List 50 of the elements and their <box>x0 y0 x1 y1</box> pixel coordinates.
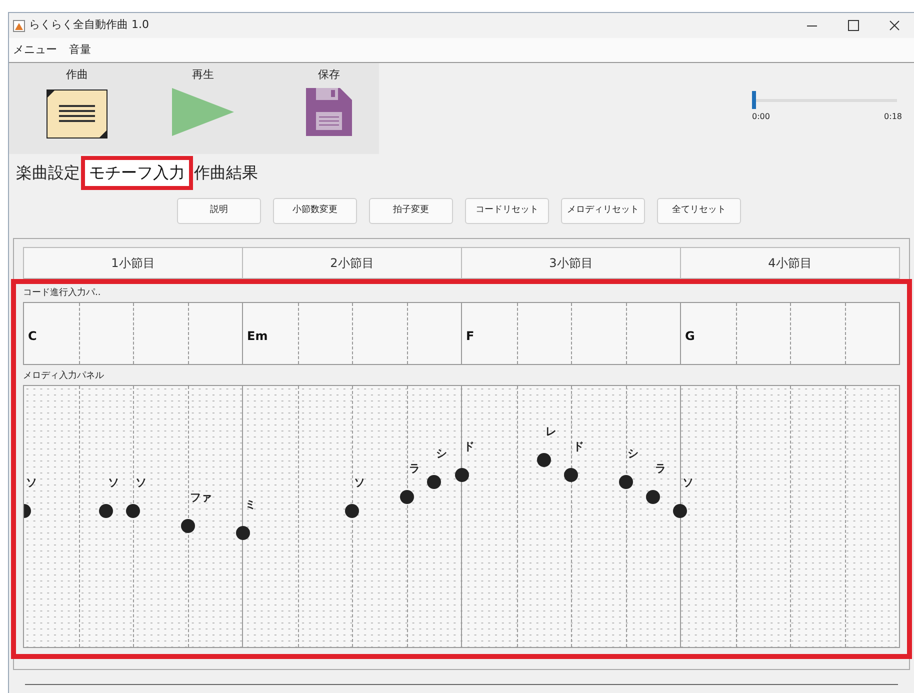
close-icon[interactable] <box>889 20 900 31</box>
note-label: ソ <box>354 475 366 492</box>
toolbar-button[interactable]: 説明 <box>177 198 261 224</box>
menu-item[interactable]: メニュー <box>13 42 57 58</box>
melody-grid[interactable]: ソ ソ ソ ファ ミ ソ ラ シ ド レ ド シ ラ ソ <box>23 385 900 648</box>
note-label: ラ <box>408 460 420 476</box>
slider-thumb[interactable] <box>752 91 756 109</box>
toolbar-button[interactable]: 全てリセット <box>657 198 741 224</box>
measure-label: 2小節目 <box>242 248 461 278</box>
note-label: シ <box>628 446 639 462</box>
chord-label: F <box>466 328 474 345</box>
note-label: ド <box>464 438 474 455</box>
time-slider[interactable] <box>752 91 897 109</box>
toolbar-button[interactable]: コードリセット <box>465 198 549 224</box>
note-label: ソ <box>26 475 37 492</box>
panel-title: メロディ入力パネル <box>23 370 105 383</box>
start-time: 0:00 <box>752 111 770 123</box>
note-label: ド <box>572 438 584 455</box>
note-label: ソ <box>108 475 120 492</box>
tab[interactable]: 楽曲設定 <box>15 156 81 190</box>
toolbar-button[interactable]: 作曲 <box>34 67 120 140</box>
chord-label: Em <box>247 328 268 345</box>
measure-label: 1小節目 <box>110 255 156 272</box>
maximize-icon[interactable] <box>848 20 859 31</box>
note-label: ラ <box>654 460 666 476</box>
note-label: レ <box>546 424 557 440</box>
chord-grid[interactable]: C Em F G <box>23 302 900 365</box>
toolbar-button[interactable]: 小節数変更 <box>273 198 357 224</box>
app-icon <box>13 20 25 32</box>
toolbar-button[interactable]: メロディリセット <box>561 198 645 224</box>
measure-label: 4小節目 <box>680 248 899 278</box>
chord-label: C <box>28 328 37 345</box>
note-label: ファ <box>190 490 212 506</box>
note-label: ソ <box>682 475 694 492</box>
chord-label: G <box>685 328 695 345</box>
note-label: シ <box>436 446 448 462</box>
tab[interactable]: 作曲結果 <box>193 156 259 190</box>
window-title: らくらく全自動作曲 1.0 <box>29 17 149 34</box>
toolbar-button[interactable]: 拍子変更 <box>369 198 453 224</box>
end-time: 0:18 <box>884 111 902 123</box>
tab[interactable]: モチーフ入力 <box>81 156 193 190</box>
measure-label: 3小節目 <box>461 248 680 278</box>
play-icon <box>172 88 234 136</box>
note-label: ソ <box>135 475 146 492</box>
toolbar-button[interactable]: 再生 <box>160 67 246 136</box>
panel-title: コード進行入力パ.. <box>23 286 102 300</box>
menu-item[interactable]: 音量 <box>69 42 91 58</box>
toolbar-button[interactable]: 保存 <box>286 67 372 136</box>
note-label: ミ <box>244 497 256 513</box>
notepad-icon <box>45 88 109 140</box>
